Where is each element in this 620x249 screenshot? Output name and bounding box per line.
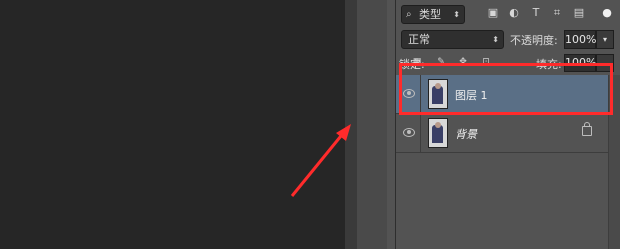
layer-row-background[interactable]: 背景: [396, 114, 608, 153]
layers-panel: ⌕ 类型 ⬍ ▣ ◐ T ⌗ ▤ ● 正常 ⬍ 不透明度: 100% ▾ 锁定:…: [396, 0, 620, 249]
lock-icon: [582, 122, 592, 136]
blend-mode-value: 正常: [408, 33, 430, 46]
spinner-arrows-icon: ⬍: [492, 35, 499, 44]
eye-icon: [403, 128, 415, 137]
spinner-arrows-icon: ⬍: [453, 10, 460, 19]
adjustment-filter-icon[interactable]: ◐: [507, 6, 521, 20]
layer-name[interactable]: 背景: [455, 126, 477, 142]
smart-object-filter-icon[interactable]: ▤: [572, 6, 586, 20]
layer-thumbnail: [428, 118, 448, 148]
opacity-input[interactable]: 100%: [564, 30, 596, 49]
panel-dock-column: [357, 0, 387, 249]
filter-toggle-icon[interactable]: ●: [600, 6, 614, 20]
layer-filter-row: ⌕ 类型 ⬍ ▣ ◐ T ⌗ ▤ ●: [396, 0, 620, 27]
opacity-label: 不透明度:: [510, 34, 558, 47]
visibility-toggle[interactable]: [396, 114, 421, 152]
layer-kind-filter-select[interactable]: ⌕ 类型 ⬍: [401, 5, 465, 24]
layer-kind-filter-label: 类型: [419, 8, 441, 21]
shape-filter-icon[interactable]: ⌗: [550, 6, 564, 20]
panel-dock-edge: [387, 0, 396, 249]
blend-row: 正常 ⬍ 不透明度: 100% ▾: [396, 27, 620, 52]
annotation-highlight-box: [399, 63, 613, 115]
text-filter-icon[interactable]: T: [529, 6, 543, 20]
panel-divider: [345, 0, 357, 249]
search-icon: ⌕: [406, 9, 412, 20]
blend-mode-select[interactable]: 正常 ⬍: [401, 30, 504, 49]
image-filter-icon[interactable]: ▣: [486, 6, 500, 20]
document-canvas[interactable]: [0, 0, 345, 249]
opacity-dropdown-button[interactable]: ▾: [596, 30, 614, 49]
